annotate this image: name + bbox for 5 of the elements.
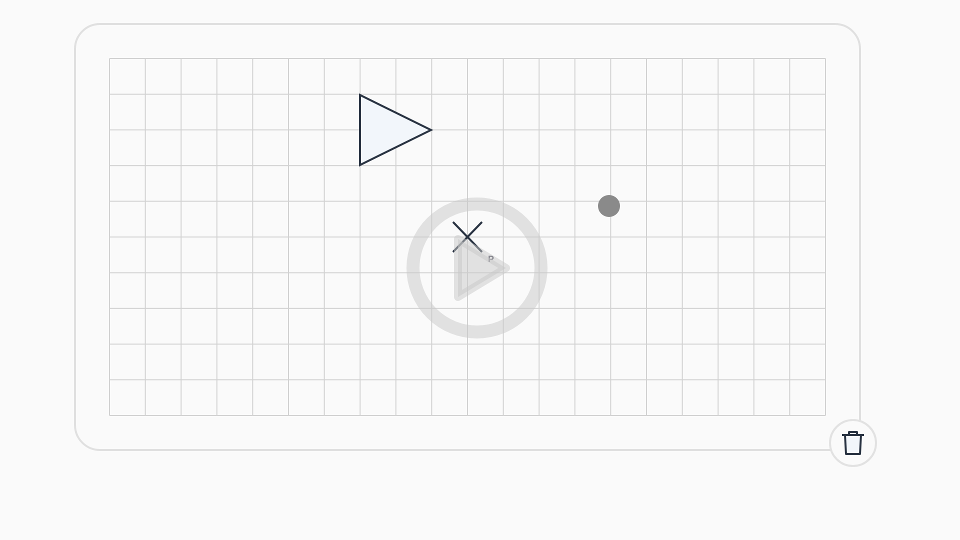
point [598, 195, 620, 217]
point-label: P [488, 254, 494, 264]
cross-mark [452, 221, 483, 253]
delete-button[interactable] [829, 419, 877, 467]
trash-icon [841, 430, 865, 456]
